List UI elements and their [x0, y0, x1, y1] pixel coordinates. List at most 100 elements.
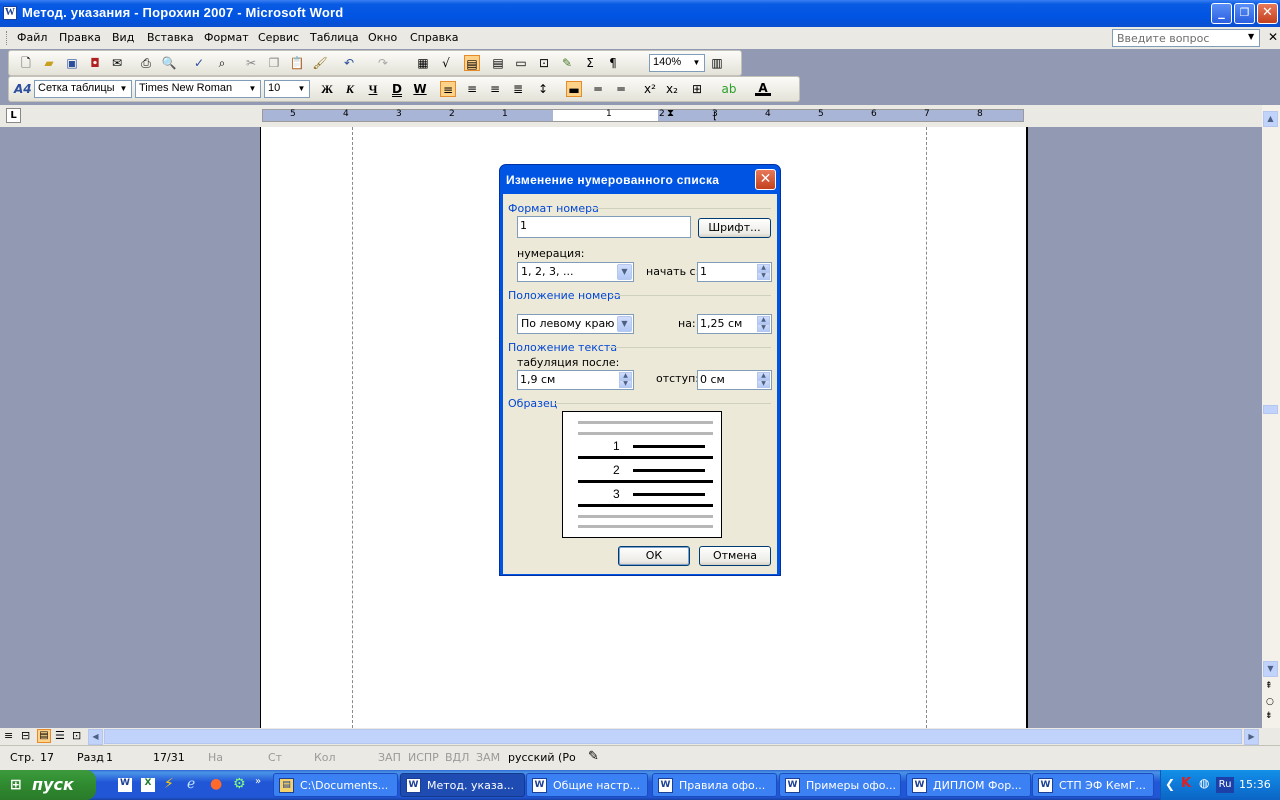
- quicklaunch-tool-icon[interactable]: ⚙: [233, 776, 246, 792]
- underline-button[interactable]: Ч: [365, 81, 381, 97]
- style-select[interactable]: Сетка таблицы ▼: [34, 80, 132, 98]
- minimize-button[interactable]: _: [1211, 3, 1232, 24]
- menu-window[interactable]: Окно: [368, 31, 397, 44]
- menu-table[interactable]: Таблица: [310, 31, 359, 44]
- table-icon[interactable]: ▦: [415, 55, 431, 71]
- task-word[interactable]: W СТП ЭФ КемГ...: [1032, 773, 1154, 797]
- font-color-icon[interactable]: A: [755, 80, 771, 96]
- task-word[interactable]: W Общие настр...: [526, 773, 648, 797]
- status-ext[interactable]: ВДЛ: [445, 751, 469, 764]
- spin-up-icon[interactable]: ▲: [619, 372, 632, 380]
- undo-icon[interactable]: ↶: [341, 55, 357, 71]
- italic-button[interactable]: К: [342, 81, 358, 97]
- justify-icon[interactable]: ≣: [510, 81, 526, 97]
- save-icon[interactable]: ▣: [64, 55, 80, 71]
- spin-up-icon[interactable]: ▲: [757, 372, 770, 380]
- print-preview-icon[interactable]: 🔍: [161, 55, 177, 71]
- word-app-icon[interactable]: W: [3, 6, 17, 20]
- print-layout-icon[interactable]: ▤: [37, 729, 51, 743]
- paste-icon[interactable]: 📋: [289, 55, 305, 71]
- vertical-scrollbar[interactable]: ▲ ▼ ⇞ ○ ⇟: [1262, 105, 1280, 728]
- close-button[interactable]: ✕: [1257, 3, 1278, 24]
- antivirus-icon[interactable]: K: [1181, 776, 1191, 791]
- print-icon[interactable]: ⎙: [138, 55, 154, 71]
- tab-stop-icon[interactable]: ⌊: [713, 111, 717, 122]
- status-trk[interactable]: ИСПР: [408, 751, 439, 764]
- close-doc-icon[interactable]: ✕: [1268, 30, 1278, 44]
- ask-question-input[interactable]: Введите вопрос: [1112, 29, 1260, 47]
- start-at-spinner[interactable]: 1 ▲ ▼: [697, 262, 772, 282]
- spin-up-icon[interactable]: ▲: [757, 316, 770, 324]
- network-icon[interactable]: ◍: [1199, 776, 1209, 790]
- spin-up-icon[interactable]: ▲: [757, 264, 770, 272]
- styles-pane-icon[interactable]: A4: [14, 81, 32, 97]
- language-indicator[interactable]: Ru: [1216, 777, 1234, 793]
- quicklaunch-ie-icon[interactable]: ℯ: [187, 776, 195, 792]
- spin-down-icon[interactable]: ▼: [619, 380, 632, 388]
- research-icon[interactable]: ⌕: [214, 55, 230, 71]
- browse-object-icon[interactable]: ○: [1266, 697, 1274, 707]
- zoom-select[interactable]: 140% ▼: [649, 54, 705, 72]
- superscript-icon[interactable]: x²: [642, 81, 658, 97]
- task-word[interactable]: W ДИПЛОМ Фор...: [906, 773, 1031, 797]
- quicklaunch-excel-icon[interactable]: X: [141, 778, 155, 792]
- status-rec[interactable]: ЗАП: [378, 751, 401, 764]
- web-view-icon[interactable]: ⊟: [21, 729, 30, 742]
- spin-down-icon[interactable]: ▼: [757, 380, 770, 388]
- borders-icon[interactable]: ⊞: [689, 81, 705, 97]
- quicklaunch-word-icon[interactable]: W: [118, 778, 132, 792]
- bold-button[interactable]: Ж: [319, 81, 335, 97]
- email-icon[interactable]: ✉: [109, 55, 125, 71]
- dialog-close-button[interactable]: ✕: [755, 169, 776, 190]
- spelling-status-icon[interactable]: ✎: [588, 749, 599, 764]
- w-button[interactable]: W: [412, 81, 428, 97]
- equation-icon[interactable]: √: [438, 55, 454, 71]
- redo-icon[interactable]: ↷: [375, 55, 391, 71]
- subscript-icon[interactable]: x₂: [664, 81, 680, 97]
- line-spacing-icon[interactable]: ↕: [535, 81, 551, 97]
- frame-icon[interactable]: ⊡: [536, 55, 552, 71]
- align-right-icon[interactable]: ≡: [487, 81, 503, 97]
- tray-expand-icon[interactable]: ❮: [1165, 777, 1175, 791]
- footer-icon[interactable]: ▤: [490, 55, 506, 71]
- task-word[interactable]: W Примеры офо...: [779, 773, 901, 797]
- cut-icon[interactable]: ✂: [243, 55, 259, 71]
- menu-insert[interactable]: Вставка: [147, 31, 194, 44]
- task-word[interactable]: W Правила офо...: [652, 773, 777, 797]
- align-center-icon[interactable]: ≡: [464, 81, 480, 97]
- normal-view-icon[interactable]: ≡: [4, 729, 13, 742]
- highlight-icon[interactable]: ab: [721, 81, 737, 97]
- task-word-active[interactable]: W Метод. указа...: [400, 773, 525, 797]
- aligned-at-spinner[interactable]: 1,25 см ▲ ▼: [697, 314, 772, 334]
- ok-button[interactable]: ОК: [618, 546, 690, 566]
- show-marks-icon[interactable]: ¶: [605, 55, 621, 71]
- quicklaunch-browser-icon[interactable]: ●: [210, 776, 222, 792]
- horizontal-ruler[interactable]: 5 4 3 2 1 1 2 3 4 5 6 7 8 ⧗ ⌊: [262, 108, 1024, 122]
- scroll-up-icon[interactable]: ▲: [1263, 111, 1278, 127]
- font-button[interactable]: Шрифт...: [698, 218, 771, 238]
- quicklaunch-more-icon[interactable]: »: [255, 776, 261, 787]
- scroll-down-icon[interactable]: ▼: [1263, 661, 1278, 677]
- spin-down-icon[interactable]: ▼: [757, 324, 770, 332]
- double-underline-button[interactable]: D: [389, 81, 405, 97]
- drawing-icon[interactable]: ✎: [559, 55, 575, 71]
- numbering-icon[interactable]: ▬: [566, 81, 582, 97]
- align-left-icon[interactable]: ≡: [440, 81, 456, 97]
- indent-marker-icon[interactable]: ⧗: [667, 108, 674, 119]
- format-painter-icon[interactable]: 🖌: [312, 55, 328, 71]
- alignment-select[interactable]: По левому краю ▼: [517, 314, 634, 334]
- menu-format[interactable]: Формат: [204, 31, 249, 44]
- menu-help[interactable]: Справка: [410, 31, 458, 44]
- open-icon[interactable]: ▰: [41, 55, 57, 71]
- next-page-icon[interactable]: ⇟: [1265, 711, 1273, 721]
- menu-tools[interactable]: Сервис: [258, 31, 299, 44]
- start-button[interactable]: ⊞ пуск: [0, 770, 96, 800]
- sum-icon[interactable]: Σ: [582, 55, 598, 71]
- scroll-thumb[interactable]: [1263, 405, 1278, 414]
- font-size-select[interactable]: 10 ▼: [264, 80, 310, 98]
- cancel-button[interactable]: Отмена: [699, 546, 771, 566]
- tab-selector[interactable]: L: [6, 108, 21, 123]
- task-explorer[interactable]: ▤ C:\Documents...: [273, 773, 398, 797]
- quicklaunch-lightning-icon[interactable]: ⚡: [164, 776, 174, 792]
- font-select[interactable]: Times New Roman ▼: [135, 80, 261, 98]
